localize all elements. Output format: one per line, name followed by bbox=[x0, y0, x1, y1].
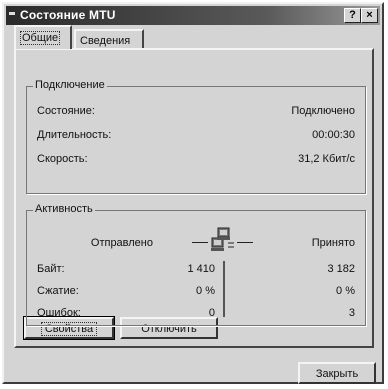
connection-group: Подключение Состояние: Подключено Длител… bbox=[26, 79, 366, 194]
compression-sent: 0 % bbox=[196, 285, 215, 297]
tab-details[interactable]: Сведения bbox=[74, 29, 144, 49]
speed-row: Скорость: 31,2 Кбит/с bbox=[37, 153, 355, 167]
bytes-sent: 1 410 bbox=[187, 263, 215, 275]
close-window-button[interactable]: × bbox=[361, 8, 378, 23]
received-connector-line bbox=[237, 242, 253, 243]
close-button[interactable]: Закрыть bbox=[298, 362, 376, 384]
tab-general-label: Общие bbox=[20, 31, 61, 45]
tab-panel-general: Подключение Состояние: Подключено Длител… bbox=[14, 48, 374, 348]
bytes-received: 3 182 bbox=[327, 263, 355, 275]
activity-divider bbox=[223, 261, 225, 317]
network-computers-icon bbox=[211, 227, 234, 251]
activity-group: Активность Отправлено Принято Байт: 1 41… bbox=[26, 203, 366, 326]
status-value: Подключено bbox=[291, 105, 355, 117]
status-dialog: Состояние MTU ? × Общие Сведения Подключ… bbox=[2, 2, 384, 384]
connection-legend: Подключение bbox=[33, 79, 107, 91]
compression-label: Сжатие: bbox=[37, 285, 79, 297]
duration-label: Длительность: bbox=[37, 129, 112, 141]
duration-row: Длительность: 00:00:30 bbox=[37, 129, 355, 143]
tab-general[interactable]: Общие bbox=[14, 25, 72, 49]
bytes-label: Байт: bbox=[37, 263, 65, 275]
system-menu-icon[interactable] bbox=[9, 12, 15, 15]
status-row: Состояние: Подключено bbox=[37, 105, 355, 119]
speed-value: 31,2 Кбит/с bbox=[298, 153, 355, 165]
sent-header: Отправлено bbox=[90, 237, 153, 249]
errors-sent: 0 bbox=[208, 307, 215, 319]
duration-value: 00:00:30 bbox=[312, 129, 355, 141]
window-title: Состояние MTU bbox=[20, 8, 116, 22]
help-button[interactable]: ? bbox=[344, 8, 361, 23]
errors-label: Ошибок: bbox=[37, 307, 81, 319]
compression-received: 0 % bbox=[336, 285, 355, 297]
tab-details-label: Сведения bbox=[80, 35, 131, 47]
status-label: Состояние: bbox=[37, 105, 95, 117]
received-header: Принято bbox=[311, 237, 355, 249]
title-bar[interactable]: Состояние MTU ? × bbox=[6, 6, 380, 25]
sent-connector-line bbox=[192, 242, 208, 243]
errors-received: 3 bbox=[348, 307, 355, 319]
speed-label: Скорость: bbox=[37, 153, 88, 165]
activity-legend: Активность bbox=[33, 203, 95, 215]
